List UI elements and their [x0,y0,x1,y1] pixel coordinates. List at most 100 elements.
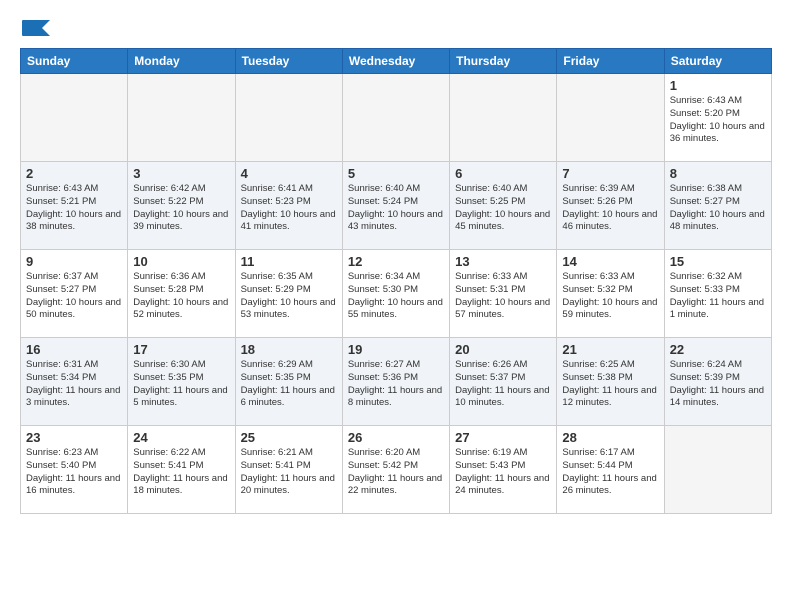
day-info: Sunrise: 6:22 AM Sunset: 5:41 PM Dayligh… [133,447,229,498]
day-number: 26 [348,430,444,445]
day-info: Sunrise: 6:25 AM Sunset: 5:38 PM Dayligh… [562,359,658,410]
calendar-cell: 14Sunrise: 6:33 AM Sunset: 5:32 PM Dayli… [557,250,664,338]
logo [20,16,50,38]
page: SundayMondayTuesdayWednesdayThursdayFrid… [0,0,792,524]
day-info: Sunrise: 6:42 AM Sunset: 5:22 PM Dayligh… [133,183,229,234]
calendar-cell: 5 Sunrise: 6:40 AM Sunset: 5:24 PM Daylig… [342,162,449,250]
day-number: 25 [241,430,337,445]
day-info: Sunrise: 6:24 AM Sunset: 5:39 PM Dayligh… [670,359,766,410]
calendar-cell [342,74,449,162]
day-info: Sunrise: 6:39 AM Sunset: 5:26 PM Dayligh… [562,183,658,234]
calendar-cell: 8 Sunrise: 6:38 AM Sunset: 5:27 PM Daylig… [664,162,771,250]
calendar-cell: 16 Sunrise: 6:31 AM Sunset: 5:34 PM Dayli… [21,338,128,426]
weekday-header-row: SundayMondayTuesdayWednesdayThursdayFrid… [21,49,772,74]
day-info: Sunrise: 6:38 AM Sunset: 5:27 PM Dayligh… [670,183,766,234]
day-info: Sunrise: 6:20 AM Sunset: 5:42 PM Dayligh… [348,447,444,498]
calendar-cell: 1 Sunrise: 6:43 AM Sunset: 5:20 PM Daylig… [664,74,771,162]
day-number: 2 [26,166,122,181]
day-number: 27 [455,430,551,445]
day-info: Sunrise: 6:17 AM Sunset: 5:44 PM Dayligh… [562,447,658,498]
day-info: Sunrise: 6:43 AM Sunset: 5:20 PM Dayligh… [670,95,766,146]
day-number: 21 [562,342,658,357]
calendar-cell: 28 Sunrise: 6:17 AM Sunset: 5:44 PM Dayli… [557,426,664,514]
weekday-header-sunday: Sunday [21,49,128,74]
calendar-cell: 13 Sunrise: 6:33 AM Sunset: 5:31 PM Dayli… [450,250,557,338]
calendar-week-row: 2 Sunrise: 6:43 AM Sunset: 5:21 PM Daylig… [21,162,772,250]
weekday-header-thursday: Thursday [450,49,557,74]
calendar-cell: 9 Sunrise: 6:37 AM Sunset: 5:27 PM Daylig… [21,250,128,338]
calendar-cell: 24Sunrise: 6:22 AM Sunset: 5:41 PM Dayli… [128,426,235,514]
calendar-table: SundayMondayTuesdayWednesdayThursdayFrid… [20,48,772,514]
day-number: 14 [562,254,658,269]
day-info: Sunrise: 6:36 AM Sunset: 5:28 PM Dayligh… [133,271,229,322]
calendar-week-row: 1 Sunrise: 6:43 AM Sunset: 5:20 PM Daylig… [21,74,772,162]
calendar-cell: 25 Sunrise: 6:21 AM Sunset: 5:41 PM Dayli… [235,426,342,514]
day-number: 1 [670,78,766,93]
calendar-cell: 7 Sunrise: 6:39 AM Sunset: 5:26 PM Daylig… [557,162,664,250]
day-info: Sunrise: 6:43 AM Sunset: 5:21 PM Dayligh… [26,183,122,234]
calendar-cell [21,74,128,162]
calendar-cell: 2 Sunrise: 6:43 AM Sunset: 5:21 PM Daylig… [21,162,128,250]
day-number: 22 [670,342,766,357]
day-number: 23 [26,430,122,445]
calendar-cell: 4 Sunrise: 6:41 AM Sunset: 5:23 PM Daylig… [235,162,342,250]
calendar-cell: 15 Sunrise: 6:32 AM Sunset: 5:33 PM Dayli… [664,250,771,338]
day-number: 18 [241,342,337,357]
calendar-cell [450,74,557,162]
day-number: 17 [133,342,229,357]
day-info: Sunrise: 6:19 AM Sunset: 5:43 PM Dayligh… [455,447,551,498]
day-number: 6 [455,166,551,181]
day-info: Sunrise: 6:21 AM Sunset: 5:41 PM Dayligh… [241,447,337,498]
weekday-header-wednesday: Wednesday [342,49,449,74]
calendar-cell: 22 Sunrise: 6:24 AM Sunset: 5:39 PM Dayli… [664,338,771,426]
calendar-cell: 11Sunrise: 6:35 AM Sunset: 5:29 PM Dayli… [235,250,342,338]
calendar-cell: 26 Sunrise: 6:20 AM Sunset: 5:42 PM Dayli… [342,426,449,514]
calendar-cell: 17 Sunrise: 6:30 AM Sunset: 5:35 PM Dayli… [128,338,235,426]
weekday-header-tuesday: Tuesday [235,49,342,74]
day-info: Sunrise: 6:40 AM Sunset: 5:24 PM Dayligh… [348,183,444,234]
calendar-cell [128,74,235,162]
day-number: 12 [348,254,444,269]
day-info: Sunrise: 6:33 AM Sunset: 5:31 PM Dayligh… [455,271,551,322]
weekday-header-friday: Friday [557,49,664,74]
calendar-week-row: 9 Sunrise: 6:37 AM Sunset: 5:27 PM Daylig… [21,250,772,338]
day-number: 8 [670,166,766,181]
day-info: Sunrise: 6:32 AM Sunset: 5:33 PM Dayligh… [670,271,766,322]
calendar-cell: 18Sunrise: 6:29 AM Sunset: 5:35 PM Dayli… [235,338,342,426]
weekday-header-saturday: Saturday [664,49,771,74]
day-number: 13 [455,254,551,269]
calendar-cell: 19 Sunrise: 6:27 AM Sunset: 5:36 PM Dayli… [342,338,449,426]
day-info: Sunrise: 6:31 AM Sunset: 5:34 PM Dayligh… [26,359,122,410]
day-info: Sunrise: 6:40 AM Sunset: 5:25 PM Dayligh… [455,183,551,234]
calendar-cell: 12Sunrise: 6:34 AM Sunset: 5:30 PM Dayli… [342,250,449,338]
day-number: 3 [133,166,229,181]
day-info: Sunrise: 6:27 AM Sunset: 5:36 PM Dayligh… [348,359,444,410]
day-info: Sunrise: 6:41 AM Sunset: 5:23 PM Dayligh… [241,183,337,234]
calendar-cell [664,426,771,514]
calendar-cell [235,74,342,162]
day-info: Sunrise: 6:35 AM Sunset: 5:29 PM Dayligh… [241,271,337,322]
calendar-cell: 27 Sunrise: 6:19 AM Sunset: 5:43 PM Dayli… [450,426,557,514]
header [20,16,772,38]
day-number: 7 [562,166,658,181]
day-number: 4 [241,166,337,181]
calendar-cell: 20Sunrise: 6:26 AM Sunset: 5:37 PM Dayli… [450,338,557,426]
weekday-header-monday: Monday [128,49,235,74]
day-number: 28 [562,430,658,445]
day-number: 16 [26,342,122,357]
calendar-week-row: 23 Sunrise: 6:23 AM Sunset: 5:40 PM Dayli… [21,426,772,514]
calendar-cell: 10Sunrise: 6:36 AM Sunset: 5:28 PM Dayli… [128,250,235,338]
day-info: Sunrise: 6:30 AM Sunset: 5:35 PM Dayligh… [133,359,229,410]
day-number: 5 [348,166,444,181]
calendar-cell: 6 Sunrise: 6:40 AM Sunset: 5:25 PM Daylig… [450,162,557,250]
calendar-cell [557,74,664,162]
day-number: 9 [26,254,122,269]
day-number: 19 [348,342,444,357]
day-info: Sunrise: 6:23 AM Sunset: 5:40 PM Dayligh… [26,447,122,498]
calendar-cell: 3 Sunrise: 6:42 AM Sunset: 5:22 PM Daylig… [128,162,235,250]
day-number: 20 [455,342,551,357]
day-info: Sunrise: 6:37 AM Sunset: 5:27 PM Dayligh… [26,271,122,322]
day-number: 15 [670,254,766,269]
calendar-cell: 23 Sunrise: 6:23 AM Sunset: 5:40 PM Dayli… [21,426,128,514]
calendar-cell: 21 Sunrise: 6:25 AM Sunset: 5:38 PM Dayli… [557,338,664,426]
